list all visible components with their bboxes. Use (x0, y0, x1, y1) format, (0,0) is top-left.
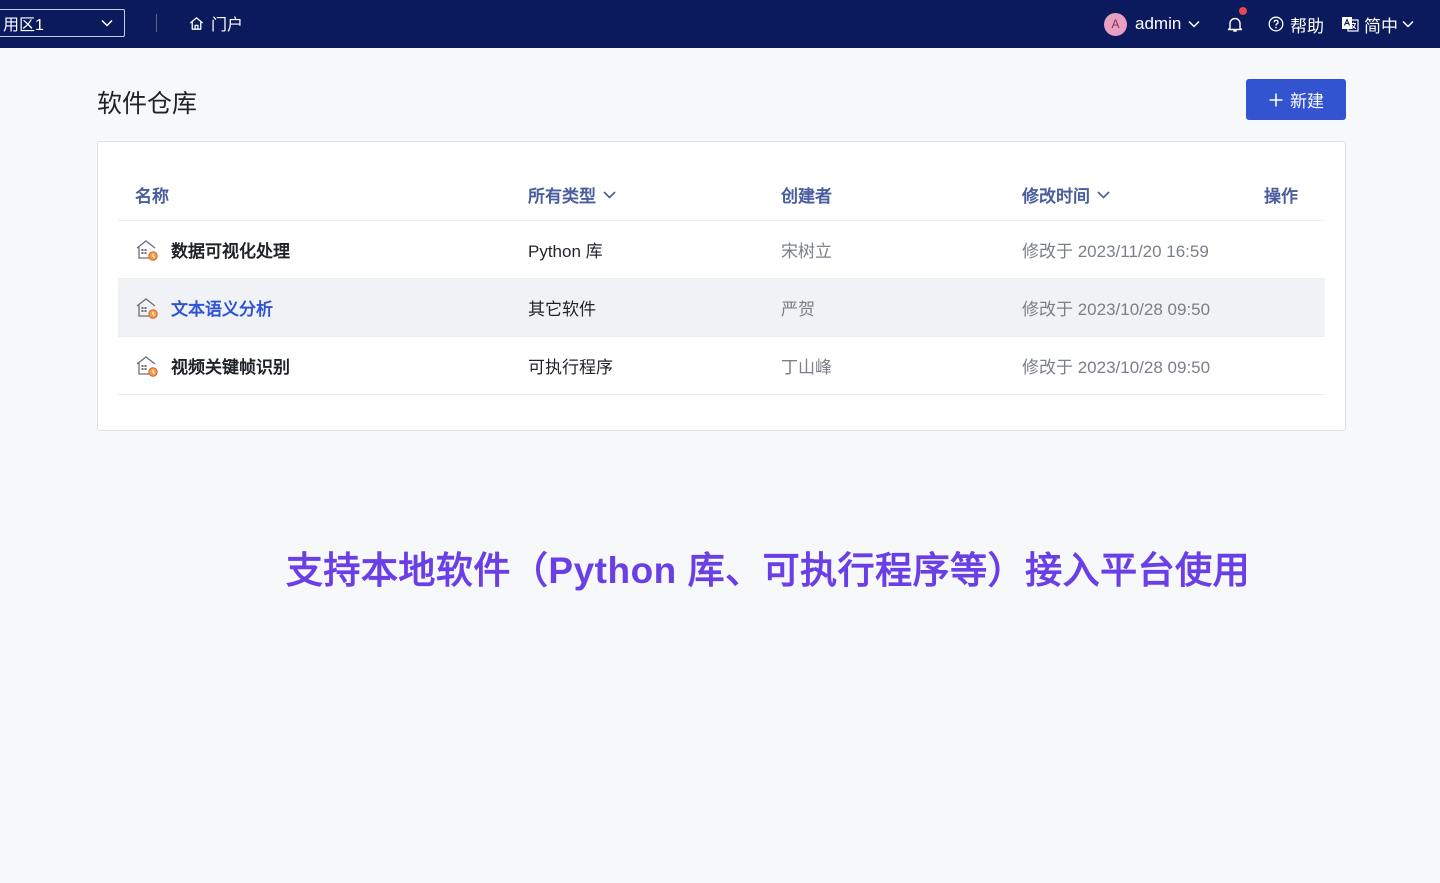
modified-time: 修改于 2023/10/28 09:50 (1022, 300, 1211, 319)
notification-dot (1239, 7, 1247, 15)
software-name: 文本语义分析 (171, 300, 273, 319)
bell-icon (1227, 17, 1243, 32)
table-row[interactable]: 数据可视化处理 Python 库 宋树立 修改于 2023/11/20 16:5… (118, 221, 1325, 279)
feature-caption-text: 支持本地软件（Python 库、可执行程序等）接入平台使用 (285, 550, 1251, 591)
modified-sort-label: 修改时间 (1022, 187, 1090, 206)
type-filter-label: 所有类型 (528, 187, 596, 206)
help-button[interactable]: 帮助 (1268, 0, 1324, 48)
column-header-actions-label: 操作 (1264, 187, 1298, 206)
software-package-icon (136, 239, 158, 261)
modified-time: 修改于 2023/10/28 09:50 (1022, 358, 1211, 377)
top-navigation-bar: 用区1 门户 A admin 帮助 简中 (0, 0, 1440, 48)
software-name-link[interactable]: 视频关键帧识别 (135, 337, 290, 394)
workspace-select-value: 用区1 (3, 17, 44, 34)
software-creator: 丁山峰 (781, 358, 832, 377)
column-header-creator: 创建者 (781, 182, 832, 207)
home-icon (189, 16, 204, 30)
software-type: Python 库 (528, 242, 603, 261)
portal-link[interactable]: 门户 (188, 12, 243, 34)
software-type: 可执行程序 (528, 358, 613, 377)
workspace-select[interactable]: 用区1 (0, 9, 125, 37)
software-creator: 严贺 (781, 300, 815, 319)
table-row[interactable]: 文本语义分析 其它软件 严贺 修改于 2023/10/28 09:50 (118, 279, 1325, 337)
table-row[interactable]: 视频关键帧识别 可执行程序 丁山峰 修改于 2023/10/28 09:50 (118, 337, 1325, 395)
chevron-down-icon (603, 191, 616, 199)
user-menu[interactable]: A admin (1104, 0, 1201, 48)
software-creator: 宋树立 (781, 242, 832, 261)
software-table-card: 名称 所有类型 创建者 修改时间 操作 数据可视化处理 Python 库 宋树立… (97, 141, 1346, 431)
column-header-actions: 操作 (1264, 182, 1298, 207)
portal-link-label: 门户 (211, 17, 244, 34)
plus-icon (1269, 93, 1283, 106)
new-button-label: 新建 (1290, 92, 1324, 111)
software-name: 视频关键帧识别 (171, 358, 290, 377)
chevron-down-icon (1188, 20, 1200, 28)
chevron-down-icon (1402, 20, 1414, 28)
notification-button[interactable] (1226, 0, 1247, 48)
table-header: 名称 所有类型 创建者 修改时间 操作 (118, 170, 1325, 221)
column-header-creator-label: 创建者 (781, 187, 832, 206)
user-name: admin (1135, 14, 1182, 33)
software-package-icon (136, 355, 158, 377)
software-package-icon (136, 297, 158, 319)
feature-caption: 支持本地软件（Python 库、可执行程序等）接入平台使用 (0, 540, 1440, 594)
help-label: 帮助 (1290, 16, 1324, 36)
page-title: 软件仓库 (97, 90, 198, 118)
chevron-down-icon (1097, 191, 1110, 199)
language-label: 简中 (1364, 16, 1398, 36)
language-switcher[interactable]: 简中 (1341, 0, 1415, 48)
avatar: A (1104, 12, 1127, 36)
chevron-down-icon (101, 19, 113, 27)
modified-sort[interactable]: 修改时间 (1022, 182, 1111, 207)
new-button[interactable]: 新建 (1246, 79, 1346, 120)
software-name-link[interactable]: 文本语义分析 (135, 279, 273, 336)
nav-divider (156, 14, 157, 32)
modified-time: 修改于 2023/11/20 16:59 (1022, 242, 1209, 261)
column-header-name: 名称 (135, 182, 169, 207)
column-header-name-label: 名称 (135, 187, 169, 206)
software-type: 其它软件 (528, 300, 596, 319)
software-name-link[interactable]: 数据可视化处理 (135, 221, 290, 278)
type-filter[interactable]: 所有类型 (528, 182, 617, 207)
software-name: 数据可视化处理 (171, 242, 290, 261)
help-circle-icon (1268, 16, 1284, 32)
translate-icon (1342, 17, 1359, 32)
